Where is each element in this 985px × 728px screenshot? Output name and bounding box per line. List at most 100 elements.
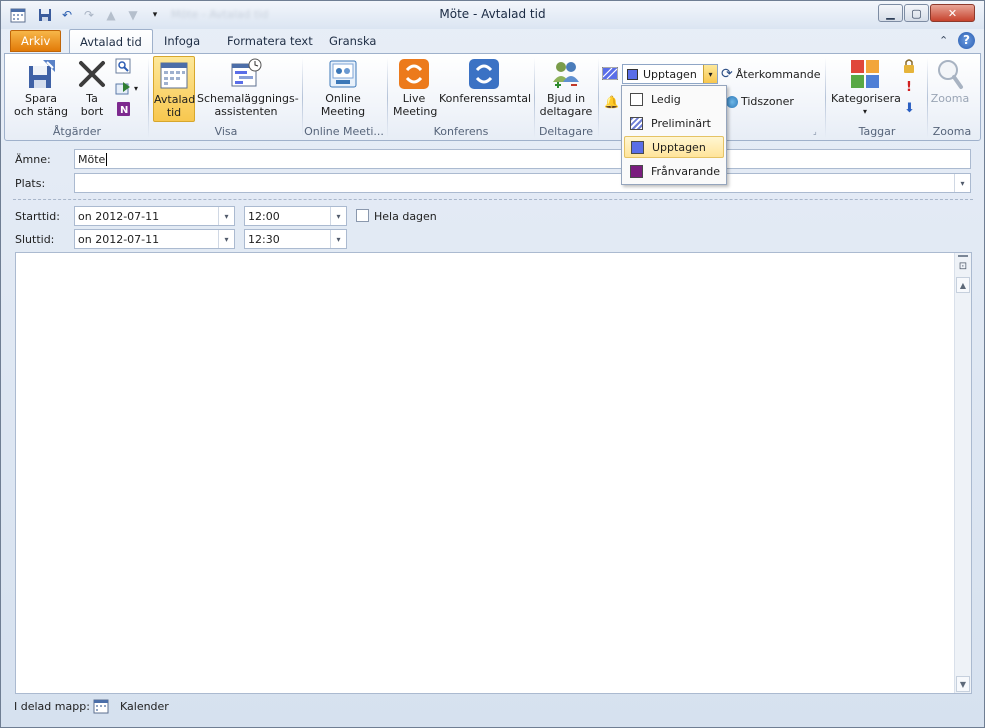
text-cursor: [106, 153, 108, 166]
save-close-label-2: och stäng: [14, 105, 68, 118]
tab-appointment[interactable]: Avtalad tid: [69, 29, 153, 54]
globe-icon: [726, 95, 738, 108]
appointment-view-button[interactable]: Avtalad tid: [153, 56, 195, 122]
invite-attendees-button[interactable]: Bjud in deltagare: [537, 56, 595, 122]
appointment-body-editor[interactable]: ⊡ ▲ ▼: [15, 252, 972, 694]
delete-button[interactable]: Ta bort: [73, 56, 111, 122]
show-as-item-label: Frånvarande: [651, 164, 720, 178]
live-meeting-button[interactable]: Live Meeting: [393, 56, 437, 122]
end-date-field[interactable]: on 2012-07-11 ▾: [74, 229, 235, 249]
svg-text:N: N: [120, 105, 128, 116]
find-icon[interactable]: [115, 58, 131, 74]
invite-label-2: deltagare: [539, 105, 593, 118]
online-meeting-button[interactable]: Online Meeting: [313, 56, 373, 122]
categorize-button[interactable]: Kategorisera ▾: [831, 56, 901, 122]
group-separator: [825, 58, 826, 138]
scroll-down-icon[interactable]: ▼: [956, 676, 970, 692]
zoom-button[interactable]: Zooma: [929, 56, 971, 122]
zoom-icon: [938, 60, 963, 89]
split-handle-icon[interactable]: [958, 255, 968, 257]
show-as-item-label: Preliminärt: [651, 116, 711, 130]
live-meeting-label-1: Live: [402, 92, 426, 105]
group-label-show: Visa: [214, 125, 238, 138]
show-as-item-tentative[interactable]: Preliminärt: [624, 112, 724, 134]
window-title: Möte - Avtalad tid: [439, 7, 546, 21]
show-as-dropdown[interactable]: Upptagen ▾: [622, 64, 718, 84]
tab-format-text[interactable]: Formatera text: [217, 29, 323, 53]
scroll-up-icon[interactable]: ▲: [956, 277, 970, 293]
conference-call-icon: [469, 59, 499, 89]
end-time-dropdown-icon[interactable]: ▾: [330, 230, 346, 248]
minimize-button[interactable]: ▁: [878, 4, 903, 22]
location-field[interactable]: ▾: [74, 173, 971, 193]
start-date-field[interactable]: on 2012-07-11 ▾: [74, 206, 235, 226]
recurrence-icon: ⟳: [721, 66, 733, 82]
ruler-toggle-icon[interactable]: ⊡: [957, 261, 969, 273]
show-as-value: Upptagen: [643, 68, 697, 81]
subject-field[interactable]: Möte: [74, 149, 971, 169]
private-lock-icon[interactable]: [902, 58, 916, 74]
all-day-label: Hela dagen: [374, 210, 437, 223]
save-close-icon: [29, 60, 55, 88]
location-label: Plats:: [15, 177, 46, 190]
show-as-item-out-of-office[interactable]: Frånvarande: [624, 160, 724, 182]
tab-insert[interactable]: Infoga: [154, 29, 210, 53]
divider: [13, 199, 973, 200]
busy-swatch: [627, 69, 638, 80]
invite-attendees-icon: [553, 62, 579, 88]
chevron-down-icon[interactable]: ▾: [703, 65, 717, 83]
tab-file[interactable]: Arkiv: [10, 30, 62, 52]
high-importance-icon[interactable]: !: [906, 80, 912, 95]
recurrence-button[interactable]: ⟳ Återkommande: [721, 66, 820, 82]
start-time-value: 12:00: [248, 210, 280, 223]
start-time-dropdown-icon[interactable]: ▾: [330, 207, 346, 225]
tab-review[interactable]: Granska: [319, 29, 386, 53]
categorize-chevron-icon: ▾: [862, 107, 867, 116]
save-close-label-1: Spara: [25, 92, 57, 105]
show-as-item-free[interactable]: Ledig: [624, 88, 724, 110]
categorize-icon: [851, 60, 879, 88]
all-day-checkbox[interactable]: [356, 209, 369, 222]
location-dropdown-icon[interactable]: ▾: [954, 174, 970, 192]
online-meeting-icon: [329, 60, 357, 88]
group-separator: [387, 58, 388, 138]
timezones-button[interactable]: Tidszoner: [726, 95, 794, 108]
start-date-dropdown-icon[interactable]: ▾: [218, 207, 234, 225]
scheduling-assistant-button[interactable]: Schemaläggnings- assistenten: [197, 56, 299, 122]
conference-call-label: Konferenssamtal: [439, 92, 532, 105]
group-label-attendees: Deltagare: [538, 125, 594, 138]
show-as-item-label: Ledig: [651, 92, 681, 106]
reminder-icon[interactable]: 🔔: [604, 95, 619, 109]
low-importance-icon[interactable]: ⬇: [904, 101, 915, 116]
maximize-button[interactable]: ▢: [904, 4, 929, 22]
save-close-button[interactable]: Spara och stäng: [11, 56, 71, 122]
end-time-field[interactable]: 12:30 ▾: [244, 229, 347, 249]
vertical-scrollbar[interactable]: ⊡ ▲ ▼: [954, 253, 971, 693]
online-meeting-label-1: Online: [325, 92, 361, 105]
start-time-field[interactable]: 12:00 ▾: [244, 206, 347, 226]
help-icon[interactable]: ?: [958, 32, 975, 49]
out-of-office-swatch: [630, 164, 643, 178]
busy-swatch: [631, 140, 644, 154]
online-meeting-label-2: Meeting: [320, 105, 366, 118]
subject-label: Ämne:: [15, 153, 51, 166]
close-button[interactable]: ✕: [930, 4, 975, 22]
zoom-label: Zooma: [930, 92, 970, 105]
ribbon: Spara och stäng Ta bort ▾ N Åtgärder Avt…: [4, 53, 981, 141]
group-label-zoom: Zooma: [932, 125, 972, 138]
onenote-icon[interactable]: N: [115, 101, 131, 117]
show-as-menu: Ledig Preliminärt Upptagen Frånvarande: [621, 85, 727, 185]
recurrence-label: Återkommande: [735, 67, 821, 81]
delete-label-1: Ta: [86, 92, 98, 105]
free-swatch: [630, 92, 643, 106]
collapse-ribbon-icon[interactable]: ⌃: [939, 34, 948, 47]
conference-call-button[interactable]: Konferenssamtal: [439, 56, 532, 122]
shared-folder-value: Kalender: [120, 700, 169, 713]
end-date-dropdown-icon[interactable]: ▾: [218, 230, 234, 248]
group-label-tags: Taggar: [858, 125, 896, 138]
options-dialog-launcher-icon[interactable]: ⌟: [813, 127, 817, 136]
subject-value: Möte: [78, 153, 106, 166]
categorize-label: Kategorisera: [831, 92, 901, 105]
show-as-item-busy[interactable]: Upptagen: [624, 136, 724, 158]
forward-icon[interactable]: ▾: [115, 80, 138, 96]
